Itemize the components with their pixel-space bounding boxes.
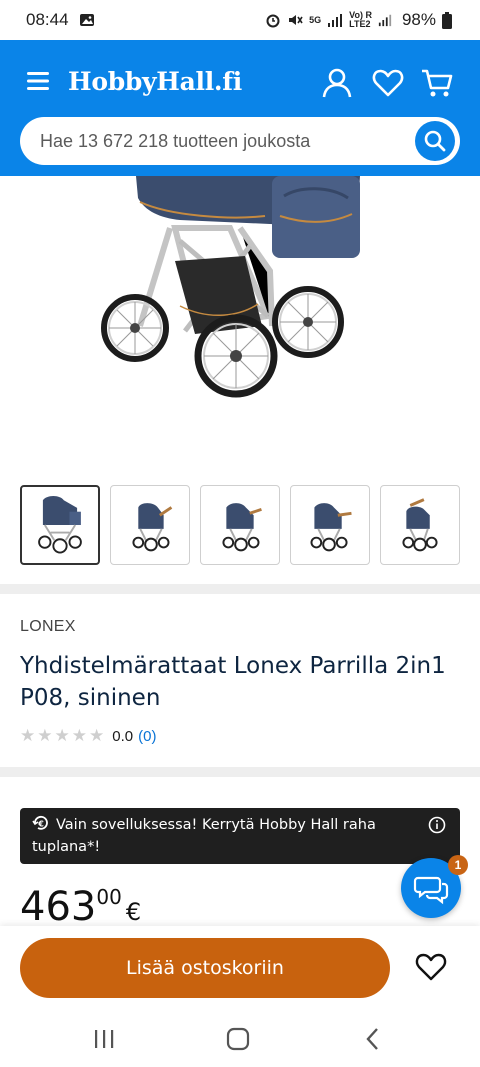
product-rating[interactable]: ★ ★ ★ ★ ★ 0.0 (0) (20, 726, 156, 746)
buy-bar: Lisää ostoskoriin (0, 926, 480, 1014)
thumbnail-strip (20, 485, 460, 567)
site-logo[interactable]: HobbyHall.fi (68, 67, 242, 96)
thumbnail-3[interactable] (200, 485, 280, 565)
search-bar (20, 117, 460, 165)
wishlist-heart-icon[interactable] (414, 950, 448, 984)
search-icon (424, 130, 446, 152)
svg-text:€: € (37, 820, 44, 829)
section-divider (0, 584, 480, 594)
signal-icon (328, 14, 343, 27)
price-decimals: 00 (96, 885, 122, 909)
product-brand[interactable]: LONEX (20, 618, 76, 636)
cart-icon[interactable] (420, 66, 454, 100)
system-nav-bar (0, 1010, 480, 1067)
search-button[interactable] (415, 121, 455, 161)
promo-text: Vain sovelluksessa! Kerrytä Hobby Hall r… (32, 817, 376, 855)
star-icon: ★ (54, 726, 70, 745)
product-title: Yhdistelmärattaat Lonex Parrilla 2in1 P0… (20, 653, 446, 711)
price-currency: € (125, 898, 142, 926)
battery-icon (442, 11, 452, 29)
rating-stars: ★ ★ ★ ★ ★ (20, 726, 104, 746)
battery-percent: 98% (401, 10, 436, 29)
product-price: 46300€ (20, 884, 141, 930)
header-row: HobbyHall.fi (0, 58, 480, 108)
chat-badge: 1 (448, 855, 468, 875)
thumbnail-2[interactable] (110, 485, 190, 565)
product-image[interactable] (0, 176, 480, 466)
info-icon[interactable] (428, 816, 446, 834)
cashback-icon: € (32, 815, 48, 830)
status-bar: 08:44 5G Vo) R LTE2 98% (0, 0, 480, 40)
heart-icon[interactable] (371, 66, 405, 100)
status-time: 08:44 (26, 10, 69, 29)
thumbnail-4[interactable] (290, 485, 370, 565)
thumbnail-5[interactable] (380, 485, 460, 565)
add-to-cart-button[interactable]: Lisää ostoskoriin (20, 938, 390, 998)
home-icon[interactable] (225, 1026, 251, 1052)
thumbnail-1[interactable] (20, 485, 100, 565)
network-5g-label: 5G (309, 14, 322, 25)
recent-apps-icon[interactable] (91, 1026, 117, 1052)
rating-count-link[interactable]: (0) (138, 728, 156, 745)
back-icon[interactable] (360, 1026, 386, 1052)
gallery-notification-icon (79, 14, 94, 26)
stroller-illustration (101, 176, 360, 398)
rating-value: 0.0 (112, 727, 134, 745)
price-integer: 463 (20, 884, 97, 930)
search-input[interactable] (40, 117, 410, 165)
star-icon: ★ (89, 726, 105, 745)
section-divider-2 (0, 767, 480, 777)
signal-icon-2 (378, 14, 392, 27)
app-promo-banner: € Vain sovelluksessa! Kerrytä Hobby Hall … (20, 808, 460, 864)
star-icon: ★ (37, 726, 53, 745)
volte-label: Vo) R LTE2 (349, 10, 372, 29)
star-icon: ★ (20, 726, 36, 745)
site-header: HobbyHall.fi (0, 40, 480, 176)
user-icon[interactable] (320, 66, 354, 100)
star-icon: ★ (71, 726, 87, 745)
menu-icon[interactable] (26, 68, 52, 94)
mute-icon (289, 15, 303, 25)
alarm-icon (266, 14, 280, 28)
